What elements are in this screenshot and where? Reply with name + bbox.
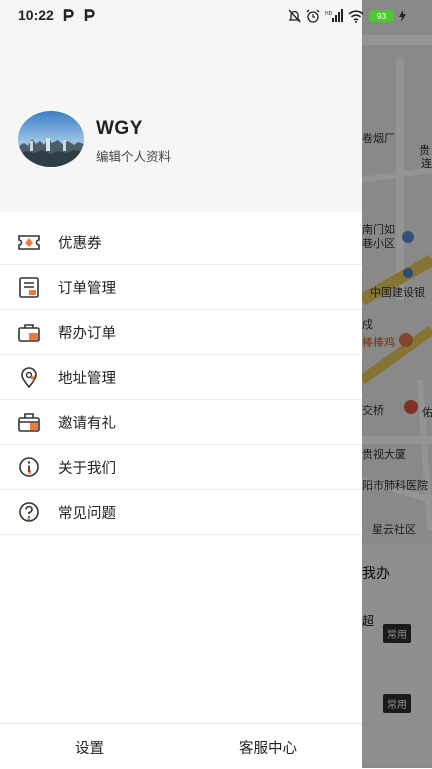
customer-service-button[interactable]: 客服中心 [239,737,297,758]
menu-item-about[interactable]: 关于我们 [0,445,362,490]
system-icons: HD 93 [288,8,406,24]
assist-order-icon [18,324,40,342]
menu-item-assist-orders[interactable]: 帮办订单 [0,310,362,355]
side-drawer: 10:22 HD 93 WGY 编辑个人资料 优惠券 订单管理 帮办订单 地址管… [0,0,406,769]
charging-icon [399,10,406,22]
order-icon [19,277,39,298]
drawer-menu: 优惠券 订单管理 帮办订单 地址管理 邀请有礼 关于我们 常见问题 [0,220,362,535]
menu-item-label: 优惠券 [58,236,102,252]
alarm-icon [306,9,320,23]
avatar[interactable] [18,111,84,167]
menu-item-label: 订单管理 [58,281,116,297]
signal-icon: HD [325,9,343,22]
menu-item-label: 帮办订单 [58,326,116,342]
edit-profile-link[interactable]: 编辑个人资料 [96,146,171,165]
gift-icon [18,413,40,432]
menu-item-faq[interactable]: 常见问题 [0,490,362,535]
user-name: WGY [96,118,143,139]
profile-header: 10:22 HD 93 WGY 编辑个人资料 [0,0,406,212]
menu-item-invite[interactable]: 邀请有礼 [0,400,362,445]
info-icon [19,457,39,477]
location-icon [21,367,37,388]
battery-level: 93 [376,11,387,21]
avatar-image [18,111,84,167]
drawer-footer: 设置 客服中心 [0,723,362,769]
menu-item-address[interactable]: 地址管理 [0,355,362,400]
menu-item-label: 地址管理 [58,371,116,387]
menu-item-coupon[interactable]: 优惠券 [0,220,362,265]
menu-item-orders[interactable]: 订单管理 [0,265,362,310]
mute-bell-icon [288,9,301,23]
coupon-icon [18,235,40,250]
menu-item-label: 常见问题 [58,506,116,522]
question-icon [19,502,39,522]
parking-notification-icon [63,9,74,21]
wifi-icon [348,9,364,23]
settings-button[interactable]: 设置 [75,737,104,758]
battery-icon: 93 [369,10,394,22]
menu-item-label: 关于我们 [58,461,116,477]
parking-notification-icon [84,9,95,21]
menu-item-label: 邀请有礼 [58,416,116,432]
svg-text:HD: HD [325,11,333,17]
status-time: 10:22 [18,7,54,23]
status-bar: 10:22 HD 93 [0,0,406,32]
